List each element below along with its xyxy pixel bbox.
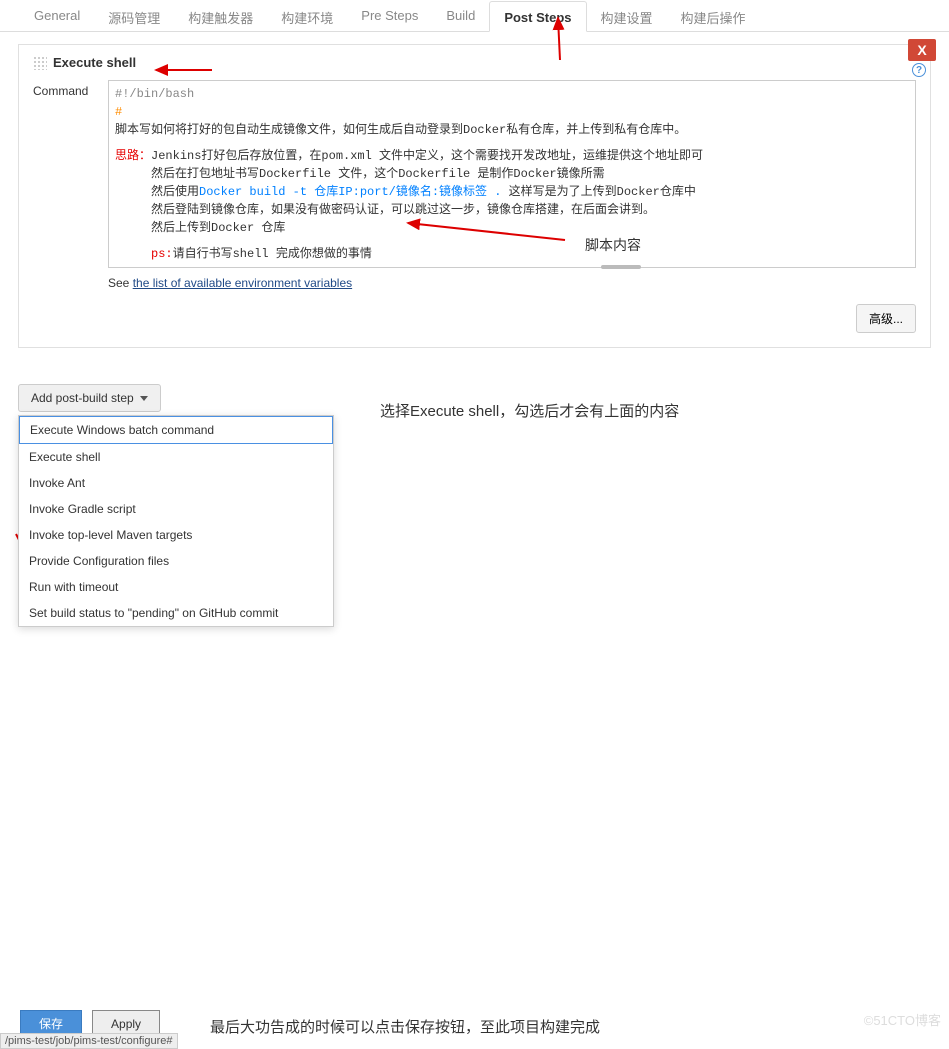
command-textarea[interactable]: #!/bin/bash # 脚本写如何将打好的包自动生成镜像文件，如何生成后自动… <box>108 80 916 268</box>
menu-item-github[interactable]: Set build status to "pending" on GitHub … <box>19 600 333 626</box>
menu-item-shell[interactable]: Execute shell <box>19 444 333 470</box>
command-label: Command <box>33 80 108 98</box>
status-bar-path: /pims-test/job/pims-test/configure# <box>0 1033 178 1049</box>
annotation-script-content: 脚本内容 <box>585 235 641 255</box>
tab-scm[interactable]: 源码管理 <box>94 0 174 31</box>
menu-item-config[interactable]: Provide Configuration files <box>19 548 333 574</box>
tab-build-env[interactable]: 构建环境 <box>267 0 347 31</box>
advanced-button[interactable]: 高级... <box>856 304 916 333</box>
tab-build[interactable]: Build <box>432 0 489 31</box>
menu-item-batch[interactable]: Execute Windows batch command <box>19 416 333 444</box>
tab-pre-steps[interactable]: Pre Steps <box>347 0 432 31</box>
tab-post-build[interactable]: 构建后操作 <box>667 0 760 31</box>
content-area: X ? Execute shell Command #!/bin/bash # … <box>0 32 949 424</box>
annotation-final: 最后大功告成的时候可以点击保存按钮，至此项目构建完成 <box>210 1016 600 1037</box>
section-title: Execute shell <box>53 55 136 70</box>
tab-post-steps[interactable]: Post Steps <box>489 1 586 32</box>
dropdown-menu: Execute Windows batch command Execute sh… <box>18 415 334 627</box>
drag-handle-icon[interactable] <box>33 56 47 70</box>
tab-general[interactable]: General <box>20 0 94 31</box>
annotation-select-shell: 选择Execute shell，勾选后才会有上面的内容 <box>380 400 679 421</box>
scroll-thumb[interactable] <box>601 265 641 269</box>
menu-item-ant[interactable]: Invoke Ant <box>19 470 333 496</box>
env-vars-link-row: See the list of available environment va… <box>33 276 916 290</box>
tab-triggers[interactable]: 构建触发器 <box>174 0 267 31</box>
env-vars-link[interactable]: the list of available environment variab… <box>133 276 352 290</box>
menu-item-maven[interactable]: Invoke top-level Maven targets <box>19 522 333 548</box>
add-post-build-step-button[interactable]: Add post-build step <box>18 384 161 412</box>
chevron-down-icon <box>140 396 148 401</box>
menu-item-timeout[interactable]: Run with timeout <box>19 574 333 600</box>
execute-shell-block: X ? Execute shell Command #!/bin/bash # … <box>18 44 931 348</box>
menu-item-gradle[interactable]: Invoke Gradle script <box>19 496 333 522</box>
tab-build-settings[interactable]: 构建设置 <box>587 0 667 31</box>
help-icon[interactable]: ? <box>912 63 926 77</box>
watermark: ©51CTO博客 <box>864 1010 941 1029</box>
close-button[interactable]: X <box>908 39 936 61</box>
tab-bar: General 源码管理 构建触发器 构建环境 Pre Steps Build … <box>0 0 949 32</box>
